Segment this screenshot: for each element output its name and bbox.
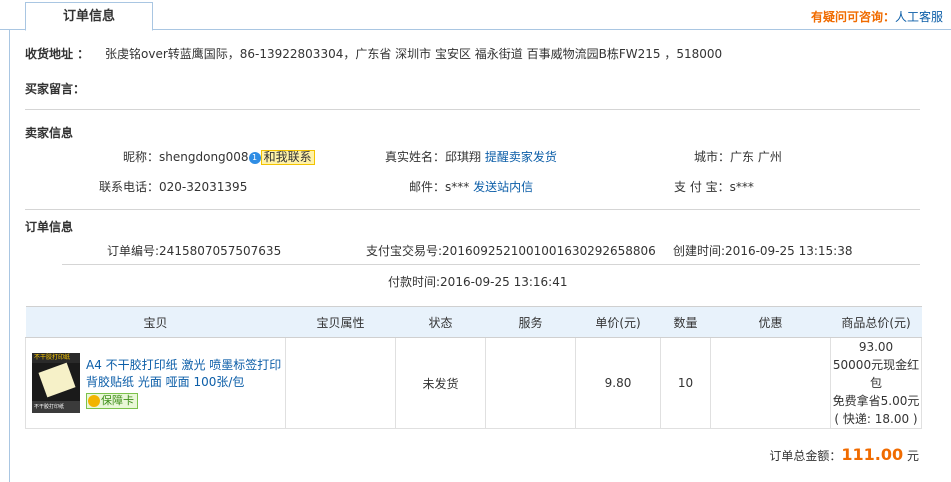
alipay-label: 支 付 宝： (674, 180, 730, 194)
grand-total-unit: 元 (906, 449, 919, 463)
col-header-discount: 优惠 (710, 306, 831, 338)
seller-email: 邮件：s*** 发送站内信 (409, 178, 533, 195)
thumb-bottom-text: 不干胶打印纸 (32, 401, 80, 413)
realname-value: 邱琪翔 (445, 150, 482, 164)
address-label: 收货地址 ： (25, 47, 90, 61)
table-row: 不干胶打印纸 不干胶打印纸 A4 不干胶打印纸 激光 喷墨标签打印背胶贴纸 光面… (25, 337, 922, 429)
col-header-qty: 数量 (660, 306, 711, 338)
send-site-message-link[interactable]: 发送站内信 (473, 180, 533, 194)
realname-label: 真实姓名： (385, 150, 446, 164)
product-thumbnail[interactable]: 不干胶打印纸 不干胶打印纸 (32, 353, 80, 413)
seller-alipay: 支 付 宝：s*** (674, 178, 754, 195)
seller-realname: 真实姓名：邱琪翔 提醒卖家发货 (385, 148, 557, 165)
qty-cell: 10 (660, 337, 711, 429)
service-cell (485, 337, 576, 429)
col-header-attributes: 宝贝属性 (285, 306, 396, 338)
paid-time: 付款时间:2016-09-25 13:16:41 (388, 275, 568, 289)
created-time: 创建时间:2016-09-25 13:15:38 (673, 244, 853, 258)
shipping-fee: ( 快递: 18.00 ) (834, 412, 918, 426)
tab-order-info[interactable]: 订单信息 (25, 2, 153, 31)
nickname-value: shengdong008 (159, 150, 249, 164)
alipay-value: s*** (729, 180, 754, 194)
total-cell: 93.00 50000元现金红包 免费拿省5.00元 ( 快递: 18.00 ) (830, 337, 922, 429)
attributes-cell (285, 337, 396, 429)
discount-cell (710, 337, 831, 429)
address-value: 张虔铭over转蓝鹰国际，86-13922803304，广东省 深圳市 宝安区 … (105, 47, 723, 61)
red-packet-note: 50000元现金红包 (832, 358, 920, 390)
item-cell: 不干胶打印纸 不干胶打印纸 A4 不干胶打印纸 激光 喷墨标签打印背胶贴纸 光面… (25, 337, 286, 429)
col-header-total: 商品总价(元) (830, 306, 922, 338)
order-number: 订单编号:2415807057507635 (107, 244, 282, 258)
price-cell: 9.80 (575, 337, 661, 429)
tab-bar: 订单信息 有疑问可咨询：人工客服 (0, 0, 951, 31)
grand-total-label: 订单总金额： (769, 449, 842, 463)
product-title-link[interactable]: A4 不干胶打印纸 激光 喷墨标签打印背胶贴纸 光面 哑面 100张/包 (86, 357, 285, 391)
order-items-table: 宝贝 宝贝属性 状态 服务 单价(元) 数量 优惠 商品总价(元) 不干胶打印纸… (25, 306, 922, 429)
guarantee-badge[interactable]: 保障卡 (86, 393, 138, 409)
city-value: 广东 广州 (730, 150, 782, 164)
grand-total-amount: 111.00 (841, 445, 904, 464)
contact-me-button[interactable]: 和我联系 (260, 150, 315, 165)
buyer-message-label: 买家留言： (25, 82, 86, 96)
divider (62, 264, 920, 265)
consult-question: 有疑问可咨询： (810, 10, 895, 24)
divider (25, 109, 920, 110)
guarantee-label: 保障卡 (101, 394, 134, 407)
guarantee-icon (88, 395, 100, 407)
thumb-top-text: 不干胶打印纸 (32, 353, 80, 363)
col-header-service: 服务 (485, 306, 576, 338)
seller-info-title: 卖家信息 (25, 126, 74, 140)
seller-nickname: 昵称：shengdong008 1 和我联系 (123, 148, 315, 165)
order-info-title: 订单信息 (25, 220, 74, 234)
status-cell: 未发货 (395, 337, 486, 429)
table-header-row: 宝贝 宝贝属性 状态 服务 单价(元) 数量 优惠 商品总价(元) (25, 306, 922, 338)
consult-area: 有疑问可咨询：人工客服 (811, 8, 943, 25)
chat-icon[interactable]: 1 (248, 151, 261, 164)
nickname-label: 昵称： (123, 150, 160, 164)
grand-total: 订单总金额：111.00 元 (769, 445, 919, 464)
phone-value: 020-32031395 (159, 180, 248, 194)
col-header-item: 宝贝 (25, 306, 286, 338)
alipay-trade-number: 支付宝交易号:2016092521001001630292658806 (366, 244, 656, 258)
customer-service-link[interactable]: 人工客服 (895, 10, 943, 24)
col-header-status: 状态 (395, 306, 486, 338)
free-save-note: 免费拿省5.00元 (832, 394, 920, 408)
remind-ship-link[interactable]: 提醒卖家发货 (485, 150, 557, 164)
email-value: s*** (445, 180, 470, 194)
divider (25, 209, 920, 210)
email-label: 邮件： (409, 180, 446, 194)
phone-label: 联系电话： (99, 180, 160, 194)
city-label: 城市： (694, 150, 731, 164)
seller-phone: 联系电话：020-32031395 (99, 178, 247, 195)
total-amount: 93.00 (858, 340, 894, 354)
col-header-price: 单价(元) (575, 306, 661, 338)
seller-city: 城市：广东 广州 (694, 148, 782, 165)
